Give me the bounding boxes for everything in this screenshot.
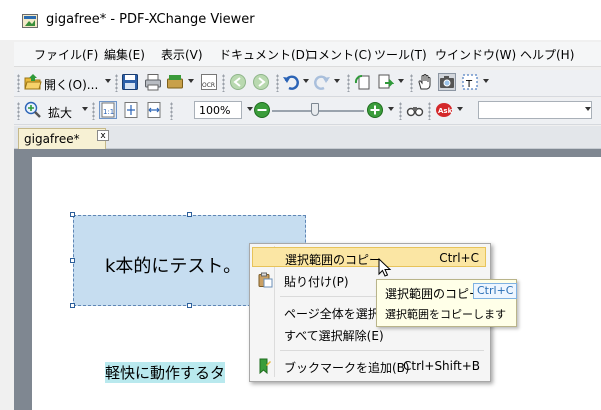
menu-edit[interactable]: 編集(E) (104, 46, 145, 63)
toolbar-grip[interactable] (170, 102, 173, 120)
document-tab[interactable]: gigafree* x (18, 128, 109, 149)
app-icon (22, 14, 38, 28)
toolbar-grip[interactable] (222, 74, 225, 92)
search-input[interactable] (478, 101, 592, 119)
menu-separator (280, 350, 484, 351)
menu-item-deselect-all[interactable]: すべて選択解除(E) (252, 324, 486, 344)
resize-handle[interactable] (187, 303, 192, 308)
bookmark-icon (257, 358, 273, 375)
resize-handle[interactable] (70, 303, 75, 308)
search-engine-dropdown-arrow[interactable] (457, 107, 463, 111)
page-tools-icon[interactable] (376, 73, 394, 91)
menu-tooltip: 選択範囲のコピー Ctrl+C 選択範囲をコピーします (376, 279, 518, 327)
tab-close-button[interactable]: x (97, 130, 109, 141)
menu-item-label: 選択範囲のコピー (285, 253, 382, 267)
resize-handle[interactable] (70, 212, 75, 217)
zoom-toolbar: 拡大 1:1 100% Ask (14, 98, 601, 125)
svg-text:OCR: OCR (202, 82, 215, 89)
tooltip-title: 選択範囲のコピー (385, 287, 482, 301)
window-title: gigafree* - PDF-XChange Viewer (46, 12, 255, 27)
menu-comment[interactable]: コメント(C) (306, 46, 372, 63)
back-icon[interactable] (229, 73, 247, 91)
zoom-tool-dropdown-arrow[interactable] (82, 107, 88, 111)
forward-icon[interactable] (252, 73, 270, 91)
toolbar-grip[interactable] (115, 74, 118, 92)
undo-icon[interactable] (282, 73, 300, 91)
zoom-out-icon[interactable] (253, 101, 271, 119)
document-tab-strip: gigafree* x (14, 126, 601, 149)
menu-item-label: すべて選択解除(E) (284, 329, 384, 343)
hand-tool-icon[interactable] (416, 73, 434, 91)
clipboard-icon (257, 272, 273, 288)
toolbar-grip[interactable] (399, 102, 402, 120)
undo-dropdown-arrow[interactable] (303, 79, 309, 83)
menu-file[interactable]: ファイル(F) (34, 46, 98, 63)
redo-dropdown-arrow[interactable] (334, 79, 340, 83)
save-icon[interactable] (121, 73, 139, 91)
toolbar-grip[interactable] (428, 102, 431, 120)
svg-text:T: T (465, 79, 473, 90)
tooltip-shortcut-badge: Ctrl+C (473, 283, 518, 299)
resize-handle[interactable] (70, 258, 75, 263)
select-text-icon[interactable]: T (461, 73, 479, 91)
menu-item-copy-selection[interactable]: 選択範囲のコピー Ctrl+C (252, 247, 486, 267)
scan-icon[interactable] (166, 73, 184, 91)
menu-window[interactable]: ウインドウ(W) (435, 46, 516, 63)
tooltip-description: 選択範囲をコピーします (385, 308, 506, 321)
menu-bar: ファイル(F) 編集(E) 表示(V) ドキュメント(D) コメント(C) ツー… (14, 42, 601, 67)
toolbar-grip[interactable] (347, 74, 350, 92)
menu-item-shortcut: Ctrl+Shift+B (403, 359, 480, 373)
snapshot-icon[interactable] (438, 73, 456, 91)
svg-text:1:1: 1:1 (103, 108, 114, 116)
menu-tools[interactable]: ツール(T) (374, 46, 427, 63)
zoom-level-combo[interactable]: 100% (194, 101, 242, 119)
menu-item-label: ページ全体を選択 (284, 307, 380, 321)
search-dropdown-arrow[interactable] (585, 107, 591, 111)
highlighted-text: 軽快に動作するタ (105, 362, 226, 383)
resize-handle[interactable] (187, 212, 192, 217)
page-tools-dropdown-arrow[interactable] (398, 79, 404, 83)
toolbar-grip[interactable] (410, 74, 413, 92)
print-icon[interactable] (144, 73, 162, 91)
toolbar-grip[interactable] (17, 102, 20, 120)
document-tab-label[interactable]: gigafree* (24, 132, 80, 146)
menu-item-shortcut: Ctrl+C (439, 251, 479, 265)
menu-document[interactable]: ドキュメント(D) (219, 46, 310, 63)
menu-item-add-bookmark[interactable]: ブックマークを追加(B) Ctrl+Shift+B (252, 356, 486, 376)
actual-size-icon[interactable]: 1:1 (99, 101, 117, 119)
fit-width-icon[interactable] (145, 101, 163, 119)
ask-search-icon[interactable]: Ask (435, 101, 453, 119)
zoom-slider-thumb[interactable] (311, 103, 319, 116)
title-bar: gigafree* - PDF-XChange Viewer (0, 0, 601, 40)
menu-view[interactable]: 表示(V) (161, 46, 203, 63)
text-box-content: k本的にテスト。 (105, 256, 242, 277)
zoom-tool-label[interactable]: 拡大 (48, 104, 72, 121)
toolbar-grip[interactable] (276, 74, 279, 92)
rotate-page-icon[interactable] (354, 73, 372, 91)
menu-item-label: ブックマークを追加(B) (284, 361, 410, 375)
scan-dropdown-arrow[interactable] (188, 79, 194, 83)
menu-item-label: 貼り付け(P) (284, 275, 349, 289)
ocr-icon[interactable]: OCR (200, 73, 218, 91)
svg-text:Ask: Ask (438, 107, 453, 115)
menu-help[interactable]: ヘルプ(H) (520, 46, 574, 63)
zoom-in-icon[interactable] (24, 101, 42, 119)
open-folder-icon[interactable] (24, 73, 42, 91)
fit-page-icon[interactable] (122, 101, 140, 119)
zoom-in-dropdown-arrow[interactable] (388, 107, 394, 111)
binoculars-icon[interactable] (406, 101, 424, 119)
open-button-label[interactable]: 開く(O)... (44, 76, 98, 93)
select-dropdown-arrow[interactable] (483, 79, 489, 83)
app-window: gigafree* - PDF-XChange Viewer ファイル(F) 編… (0, 0, 601, 410)
zoom-in-plus-icon[interactable] (366, 101, 384, 119)
open-dropdown-arrow[interactable] (105, 79, 111, 83)
toolbar-grip[interactable] (92, 102, 95, 120)
toolbar-grip[interactable] (17, 74, 20, 92)
main-toolbar: 開く(O)... OCR T (14, 70, 601, 97)
mouse-cursor-icon (378, 257, 392, 278)
redo-icon[interactable] (313, 73, 331, 91)
